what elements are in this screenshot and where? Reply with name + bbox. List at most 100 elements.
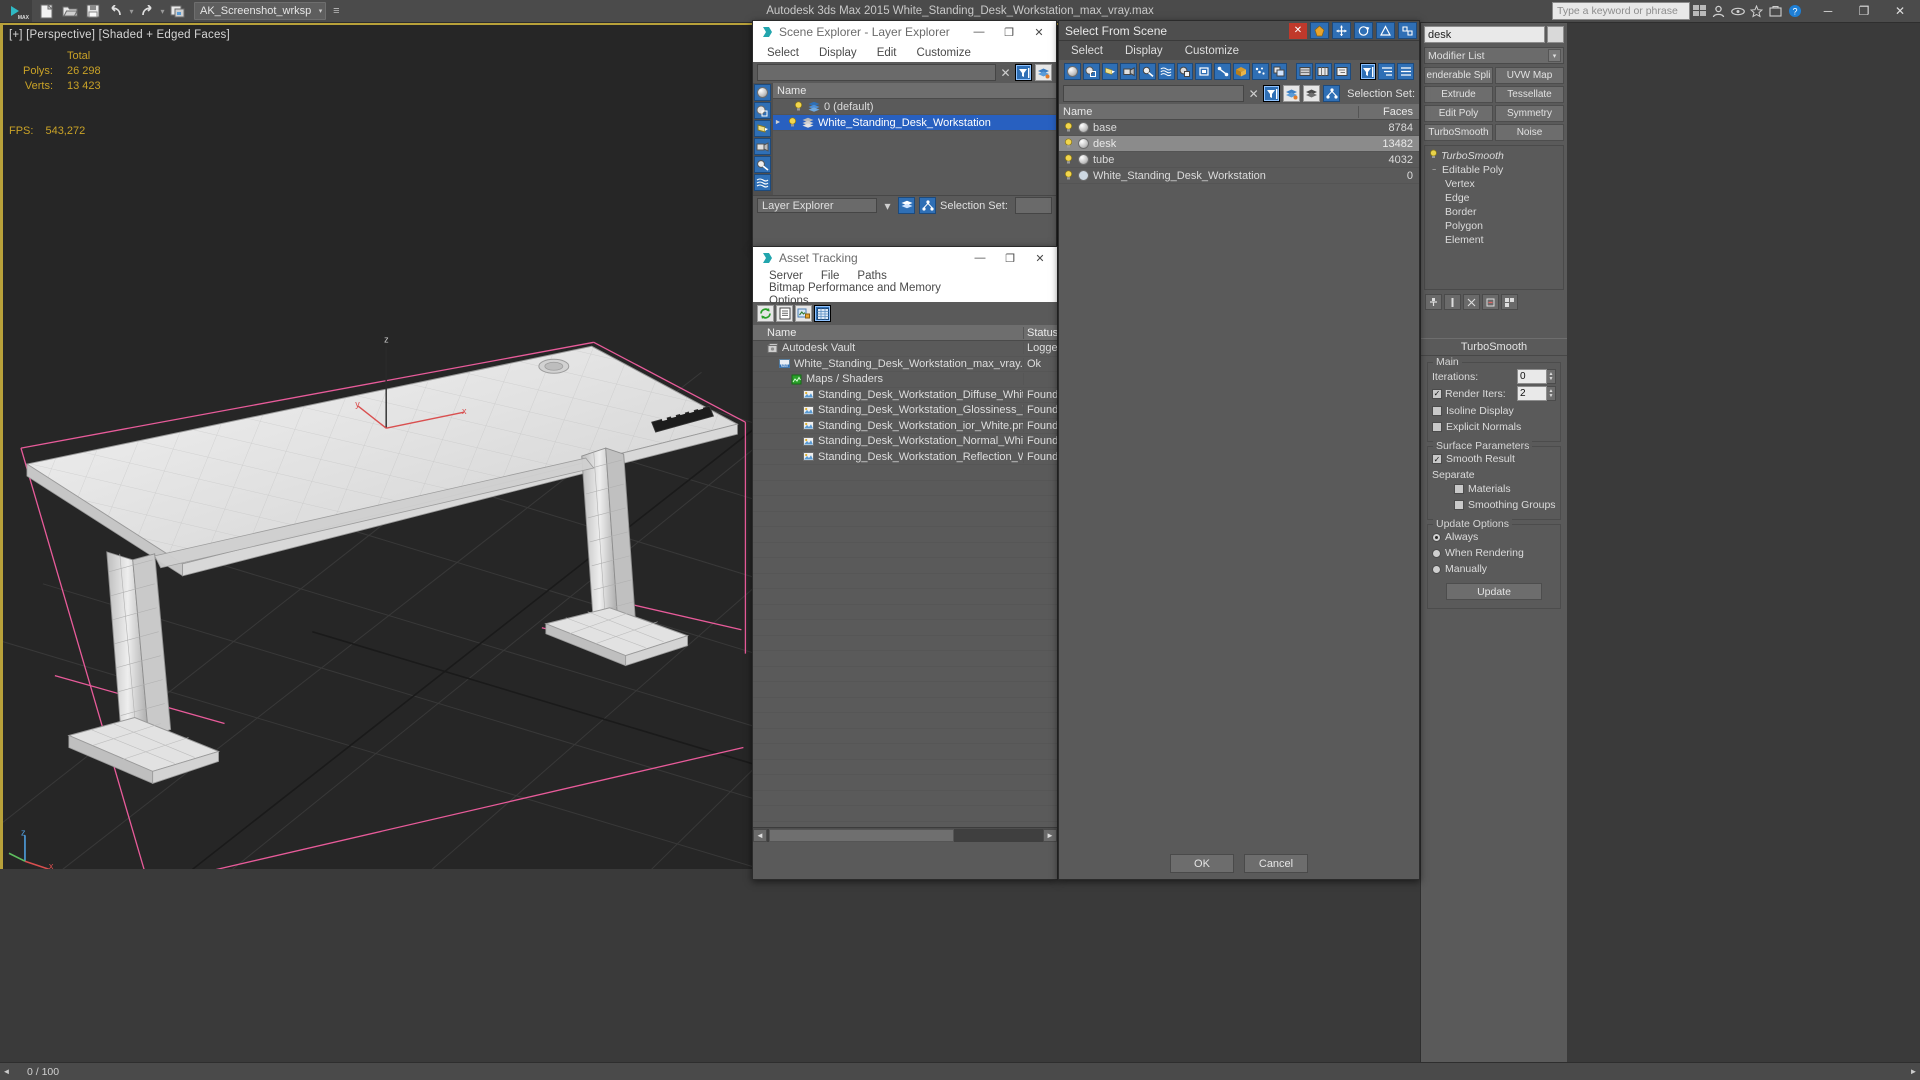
project-folder-icon[interactable] <box>167 1 189 21</box>
minimize-button[interactable]: — <box>964 21 994 43</box>
filter-funnel-icon[interactable] <box>1263 85 1281 102</box>
object-name-field[interactable]: desk <box>1424 26 1545 43</box>
modifier-list-dropdown[interactable]: Modifier List ▾ <box>1424 47 1564 64</box>
filter-helpers-icon[interactable] <box>1139 63 1156 80</box>
menu-select[interactable]: Select <box>1071 45 1103 57</box>
asset-row-maps-shaders[interactable]: Maps / Shaders <box>753 372 1057 388</box>
asset-row-glossiness-map[interactable]: Standing_Desk_Workstation_Glossiness_W..… <box>753 403 1057 419</box>
spinner-arrows-icon[interactable]: ▲ ▼ <box>1547 386 1556 401</box>
menu-file[interactable]: File <box>821 270 840 282</box>
smooth-result-checkbox[interactable]: ✓ Smooth Result <box>1432 453 1515 465</box>
viewport-label[interactable]: [+] [Perspective] [Shaded + Edged Faces] <box>9 29 230 41</box>
asset-row-reflection-map[interactable]: Standing_Desk_Workstation_Reflection_W..… <box>753 450 1057 465</box>
filter-particles-icon[interactable] <box>1251 63 1269 80</box>
modifier-stack[interactable]: TurboSmooth − Editable Poly Vertex Edge … <box>1424 145 1564 290</box>
layer-stack-icon[interactable] <box>1283 85 1301 102</box>
expand-all-icon[interactable] <box>1378 63 1396 80</box>
max-logo-button[interactable]: MAX <box>0 0 32 22</box>
stack-item-editable-poly[interactable]: − Editable Poly <box>1425 163 1563 177</box>
timeline-track[interactable] <box>107 1066 1907 1078</box>
scene-object-row-workstation[interactable]: White_Standing_Desk_Workstation 0 <box>1059 168 1419 184</box>
stack-subitem-polygon[interactable]: Polygon <box>1425 219 1563 233</box>
lightbulb-icon[interactable] <box>1063 170 1074 181</box>
asset-row-max-file[interactable]: MAX White_Standing_Desk_Workstation_max_… <box>753 357 1057 372</box>
maximize-button[interactable]: ❐ <box>1846 0 1882 22</box>
scene-explorer-list[interactable]: Name 0 (default) ► White_Standing_Desk_W… <box>773 83 1056 195</box>
layer-row-white-standing-desk[interactable]: ► White_Standing_Desk_Workstation <box>773 115 1056 131</box>
asset-row-diffuse-map[interactable]: Standing_Desk_Workstation_Diffuse_White.… <box>753 388 1057 403</box>
select-from-scene-titlebar[interactable]: Select From Scene ✕ <box>1059 21 1419 41</box>
update-button[interactable]: Update <box>1446 583 1542 600</box>
lightbulb-icon[interactable] <box>1063 122 1074 133</box>
lightbulb-icon[interactable] <box>1063 154 1074 165</box>
update-option-when-rendering[interactable]: When Rendering <box>1432 547 1524 559</box>
resolve-paths-icon[interactable] <box>795 305 812 322</box>
select-from-scene-list[interactable]: Name Faces base 8784 desk 13482 tube 403… <box>1059 104 1419 184</box>
scene-object-row-desk[interactable]: desk 13482 <box>1059 136 1419 152</box>
stack-subitem-border[interactable]: Border <box>1425 205 1563 219</box>
explicit-normals-checkbox[interactable]: Explicit Normals <box>1432 421 1521 433</box>
layer-manager-icon[interactable] <box>898 197 915 214</box>
scroll-left-icon[interactable]: ◄ <box>0 1064 13 1080</box>
favorite-star-icon[interactable] <box>1747 2 1766 21</box>
asset-row-vault[interactable]: Autodesk Vault Logge <box>753 341 1057 357</box>
show-end-result-icon[interactable] <box>1444 294 1461 310</box>
table-view-icon[interactable] <box>814 305 831 322</box>
modifier-button-extrude[interactable]: Extrude <box>1424 86 1493 103</box>
iterations-stepper[interactable]: ▲▼ <box>1517 369 1556 384</box>
modifier-button-noise[interactable]: Noise <box>1495 124 1564 141</box>
menu-display[interactable]: Display <box>819 47 857 59</box>
filter-bones-icon[interactable] <box>1214 63 1232 80</box>
make-unique-icon[interactable] <box>1463 294 1480 310</box>
remove-modifier-icon[interactable] <box>1482 294 1499 310</box>
scroll-right-icon[interactable]: ► <box>1907 1064 1920 1080</box>
display-tree-icon[interactable] <box>1333 63 1351 80</box>
stack-subitem-element[interactable]: Element <box>1425 233 1563 247</box>
modifier-button-turbosmooth[interactable]: TurboSmooth <box>1424 124 1493 141</box>
redo-dropdown-arrow-icon[interactable]: ▾ <box>159 7 166 16</box>
scene-explorer-window[interactable]: Scene Explorer - Layer Explorer — ❐ ✕ Se… <box>752 20 1057 248</box>
rotate-tool-icon[interactable] <box>1354 22 1373 39</box>
minimize-button[interactable]: — <box>965 247 995 269</box>
pin-stack-icon[interactable] <box>1425 294 1442 310</box>
save-file-icon[interactable] <box>82 1 104 21</box>
update-option-always[interactable]: Always <box>1432 531 1478 543</box>
help-icon[interactable]: ? <box>1785 2 1804 21</box>
modifier-button-tessellate[interactable]: Tessellate <box>1495 86 1564 103</box>
refresh-icon[interactable] <box>757 305 774 322</box>
asset-tracking-titlebar[interactable]: Asset Tracking — ❐ ✕ <box>753 247 1057 269</box>
update-option-manually[interactable]: Manually <box>1432 563 1487 575</box>
menu-bitmap-performance[interactable]: Bitmap Performance and Memory <box>769 282 941 294</box>
modifier-button-symmetry[interactable]: Symmetry <box>1495 105 1564 122</box>
modifier-button-uvw-map[interactable]: UVW Map <box>1495 67 1564 84</box>
hierarchy-icon[interactable] <box>1323 85 1341 102</box>
asset-tracking-table[interactable]: Name Status Autodesk Vault Logge MAX Whi… <box>753 325 1057 827</box>
stack-item-turbosmooth[interactable]: TurboSmooth <box>1425 148 1563 163</box>
undo-dropdown-arrow-icon[interactable]: ▾ <box>128 7 135 16</box>
scene-explorer-titlebar[interactable]: Scene Explorer - Layer Explorer — ❐ ✕ <box>753 21 1056 43</box>
menu-customize[interactable]: Customize <box>1185 45 1239 57</box>
search-input[interactable] <box>1063 85 1245 102</box>
search-input[interactable]: Type a keyword or phrase <box>1552 2 1690 20</box>
menu-edit[interactable]: Edit <box>877 47 897 59</box>
filter-input[interactable] <box>757 64 996 81</box>
lightbulb-icon[interactable] <box>1063 138 1074 149</box>
scene-object-row-base[interactable]: base 8784 <box>1059 120 1419 136</box>
menu-select[interactable]: Select <box>767 47 799 59</box>
configure-sets-icon[interactable] <box>1501 294 1518 310</box>
select-from-scene-dialog[interactable]: Select From Scene ✕ Select Display Custo… <box>1058 20 1420 880</box>
menu-options[interactable]: Options <box>769 295 1057 307</box>
smoothing-groups-checkbox[interactable]: Smoothing Groups <box>1454 499 1556 511</box>
filter-geometry-icon[interactable] <box>754 84 771 101</box>
display-columns-icon[interactable] <box>1315 63 1332 80</box>
spinner-arrows-icon[interactable]: ▲ ▼ <box>1547 369 1556 384</box>
chevron-down-icon[interactable]: ▾ <box>881 199 894 213</box>
collapse-all-icon[interactable] <box>1397 63 1414 80</box>
render-iters-input[interactable] <box>1517 386 1547 401</box>
rollout-header[interactable]: TurboSmooth <box>1421 338 1567 356</box>
minimize-button[interactable]: ─ <box>1810 0 1846 22</box>
lightbulb-icon[interactable] <box>793 101 804 112</box>
layer-stack-icon[interactable] <box>1035 64 1052 81</box>
filter-geometry-icon[interactable] <box>1064 63 1081 80</box>
maximize-button[interactable]: ❐ <box>994 21 1024 43</box>
